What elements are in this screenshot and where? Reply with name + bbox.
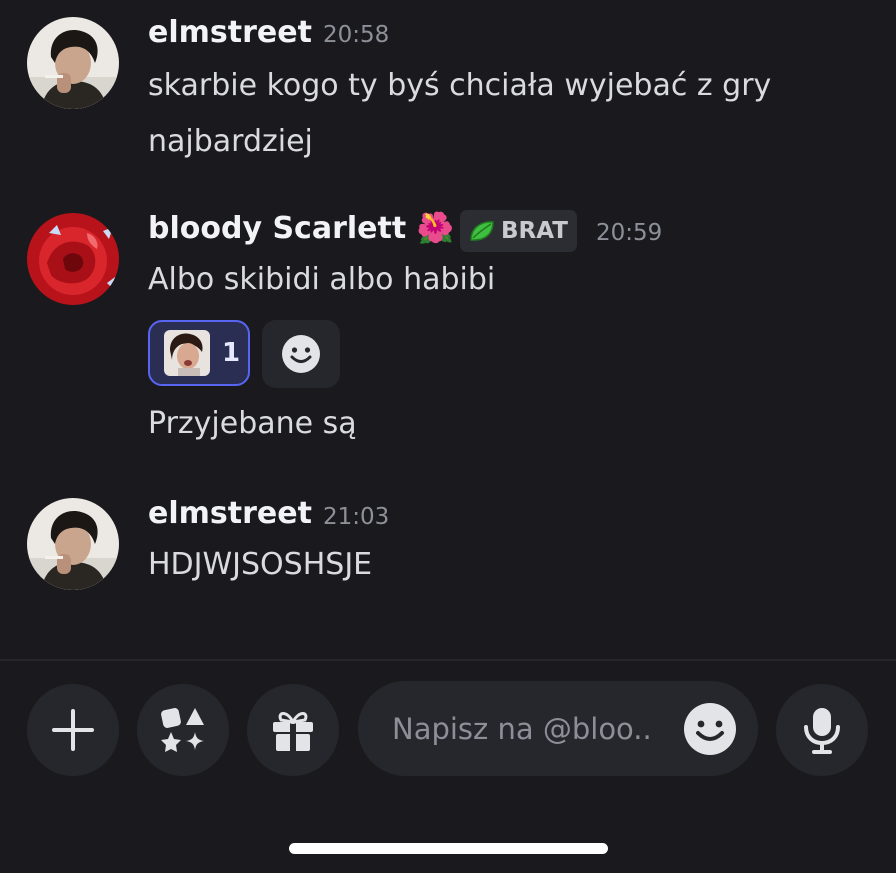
message-text[interactable]: Przyjebane są: [148, 396, 848, 452]
message-composer[interactable]: [358, 681, 758, 776]
user-photo-icon: [27, 498, 119, 590]
timestamp: 20:58: [323, 22, 390, 48]
crying-face-emoji-icon: [164, 330, 210, 376]
message-line: skarbie kogo ty byś chciała wyjebać z gr…: [148, 68, 772, 103]
composer-divider: [0, 659, 896, 661]
message-text[interactable]: HDJWJSOSHSJE: [148, 537, 848, 593]
username[interactable]: elmstreet: [148, 496, 312, 531]
message-line: najbardziej: [148, 124, 313, 159]
message-input[interactable]: [390, 705, 694, 753]
timestamp: 20:59: [596, 220, 663, 246]
apps-button[interactable]: [137, 684, 229, 776]
home-indicator[interactable]: [289, 843, 608, 854]
emoji-button[interactable]: [684, 703, 736, 755]
avatar[interactable]: [27, 498, 119, 590]
leaf-icon: [470, 221, 494, 241]
message-line: HDJWJSOSHSJE: [148, 547, 373, 582]
timestamp: 21:03: [323, 504, 390, 530]
message-text[interactable]: Albo skibidi albo habibi: [148, 252, 848, 308]
emoji-icon: [696, 720, 724, 741]
gift-icon: [273, 712, 313, 751]
username[interactable]: elmstreet: [148, 15, 312, 50]
voice-message-button[interactable]: [776, 684, 868, 776]
message-line: Albo skibidi albo habibi: [148, 262, 496, 297]
add-reaction-button[interactable]: [262, 320, 340, 388]
plus-icon: [52, 709, 94, 751]
avatar[interactable]: [27, 17, 119, 109]
avatar[interactable]: [27, 213, 119, 305]
user-photo-icon: [27, 17, 119, 109]
message-line: Przyjebane są: [148, 406, 357, 441]
role-badge[interactable]: BRAT: [460, 210, 577, 252]
gift-button[interactable]: [247, 684, 339, 776]
attach-button[interactable]: [27, 684, 119, 776]
rose-avatar-icon: [27, 213, 119, 305]
message-text[interactable]: skarbie kogo ty byś chciała wyjebać z gr…: [148, 58, 848, 170]
apps-icon: [161, 708, 204, 752]
microphone-icon: [804, 708, 840, 754]
smile-icon: [282, 335, 320, 373]
username-text: bloody Scarlett: [148, 211, 407, 246]
username[interactable]: bloody Scarlett 🌺: [148, 211, 454, 246]
badge-label: BRAT: [501, 218, 568, 244]
dm-screen: elmstreet 20:58 skarbie kogo ty byś chci…: [0, 0, 896, 873]
reaction-count: 1: [222, 338, 241, 368]
username-emoji: 🌺: [416, 211, 455, 246]
